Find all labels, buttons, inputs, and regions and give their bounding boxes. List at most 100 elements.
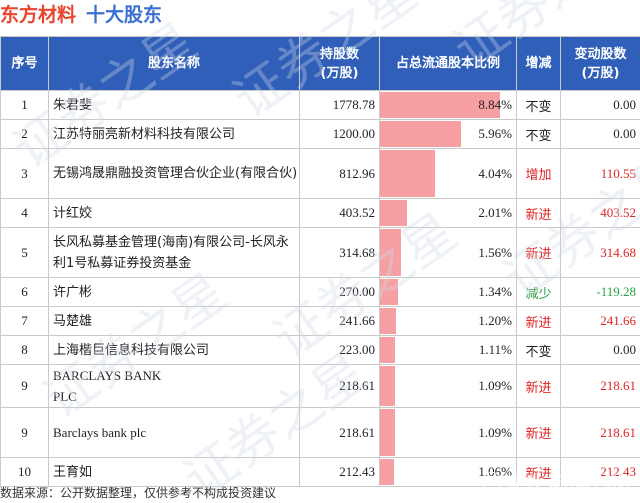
cell-index: 2 <box>0 119 49 149</box>
header-delta-line1: 变动股数 <box>574 46 627 62</box>
cell-change-status: 不变 <box>516 119 561 149</box>
cell-change-status: 不变 <box>516 90 561 120</box>
ratio-value: 1.34% <box>478 284 512 299</box>
snowball-logo-icon: ❄ <box>482 472 502 492</box>
cell-change-shares: 110.55 <box>560 148 640 199</box>
ratio-bar <box>380 121 462 147</box>
cell-change-shares: 0.00 <box>560 90 640 120</box>
cell-shares: 218.61 <box>299 407 380 458</box>
ratio-value: 1.56% <box>478 244 512 260</box>
cell-change-shares: 218.61 <box>560 407 640 458</box>
ratio-bar <box>380 150 435 197</box>
brand-logo-text: 雪球：证券之星财经 <box>506 475 632 491</box>
cell-ratio: 1.56% <box>379 227 517 278</box>
cell-change-shares: -119.28 <box>560 277 640 307</box>
cell-index: 3 <box>0 148 49 199</box>
page-title: 东方材料 十大股东 <box>0 0 162 34</box>
cell-ratio: 1.09% <box>379 407 517 458</box>
cell-index: 7 <box>0 306 49 336</box>
ratio-value: 2.01% <box>478 205 512 220</box>
cell-shareholder-name: BARCLAYS BANK PLC <box>48 364 300 408</box>
table-row: 2 江苏特丽亮新材料科技有限公司 1200.00 5.96% 不变 0.00 <box>0 119 640 149</box>
cell-change-shares: 0.00 <box>560 335 640 365</box>
ratio-bar <box>380 308 397 334</box>
ratio-value: 1.09% <box>478 378 512 393</box>
ratio-bar <box>380 337 396 363</box>
cell-shares: 241.66 <box>299 306 380 336</box>
cell-index: 6 <box>0 277 49 307</box>
cell-index: 9 <box>0 407 49 458</box>
cell-shares: 270.00 <box>299 277 380 307</box>
cell-ratio: 5.96% <box>379 119 517 149</box>
shareholders-table: 序号 股东名称 持股数 (万股) 占总流通股本比例 增减 变动股数 (万股) 1 朱君… <box>0 36 640 487</box>
table-row: 7 马楚雄 241.66 1.20% 新进 241.66 <box>0 306 640 336</box>
cell-ratio: 1.11% <box>379 335 517 365</box>
cell-index: 5 <box>0 227 49 278</box>
cell-shareholder-name: 朱君斐 <box>48 90 300 120</box>
ratio-bar <box>380 279 399 305</box>
header-name: 股东名称 <box>48 36 300 91</box>
cell-index: 10 <box>0 457 49 487</box>
ratio-value: 1.09% <box>478 424 512 440</box>
header-shares-line2: (万股) <box>320 65 359 81</box>
header-shares-line1: 持股数 <box>319 46 359 62</box>
cell-shareholder-name: 长风私募基金管理(海南)有限公司-长风永利1号私募证券投资基金 <box>48 227 300 278</box>
ratio-value: 4.04% <box>478 165 512 181</box>
cell-shares: 1778.78 <box>299 90 380 120</box>
header-ratio: 占总流通股本比例 <box>379 36 517 91</box>
cell-change-status: 减少 <box>516 277 561 307</box>
header-index: 序号 <box>0 36 49 91</box>
cell-change-status: 增加 <box>516 148 561 199</box>
table-row: 6 许广彬 270.00 1.34% 减少 -119.28 <box>0 277 640 307</box>
cell-index: 8 <box>0 335 49 365</box>
header-change: 增减 <box>516 36 561 91</box>
cell-change-status: 新进 <box>516 364 561 408</box>
cell-index: 9 <box>0 364 49 408</box>
cell-change-shares: 403.52 <box>560 198 640 228</box>
ratio-value: 8.84% <box>478 97 512 112</box>
cell-change-shares: 241.66 <box>560 306 640 336</box>
ratio-bar <box>380 459 395 485</box>
cell-change-status: 不变 <box>516 335 561 365</box>
cell-shareholder-name: 江苏特丽亮新材料科技有限公司 <box>48 119 300 149</box>
table-row: 9 BARCLAYS BANK PLC 218.61 1.09% 新进 218.61 <box>0 364 640 408</box>
cell-shares: 812.96 <box>299 148 380 199</box>
ratio-value: 5.96% <box>478 126 512 141</box>
data-source-note: 数据来源：公开数据整理，仅供参考不构成投资建议 <box>0 486 277 500</box>
cell-change-status: 新进 <box>516 198 561 228</box>
cell-index: 1 <box>0 90 49 120</box>
cell-shareholder-name: 许广彬 <box>48 277 300 307</box>
cell-shareholder-name: 上海楷巨信息科技有限公司 <box>48 335 300 365</box>
ratio-bar <box>380 229 402 276</box>
cell-shareholder-name: 马楚雄 <box>48 306 300 336</box>
header-delta-line2: (万股) <box>581 65 620 81</box>
table-header-row: 序号 股东名称 持股数 (万股) 占总流通股本比例 增减 变动股数 (万股) <box>0 36 640 91</box>
cell-shareholder-name: 王育如 <box>48 457 300 487</box>
cell-shares: 223.00 <box>299 335 380 365</box>
cell-ratio: 2.01% <box>379 198 517 228</box>
ratio-bar <box>380 200 408 226</box>
ratio-bar <box>380 409 395 456</box>
ratio-bar <box>380 366 395 406</box>
cell-ratio: 8.84% <box>379 90 517 120</box>
title-subject: 十大股东 <box>86 4 163 26</box>
cell-change-shares: 218.61 <box>560 364 640 408</box>
table-row: 1 朱君斐 1778.78 8.84% 不变 0.00 <box>0 90 640 120</box>
table-row: 9 Barclays bank plc 218.61 1.09% 新进 218.61 <box>0 407 640 458</box>
table-row: 5 长风私募基金管理(海南)有限公司-长风永利1号私募证券投资基金 314.68 1.… <box>0 227 640 278</box>
cell-change-status: 新进 <box>516 227 561 278</box>
cell-shares: 1200.00 <box>299 119 380 149</box>
header-shares: 持股数 (万股) <box>299 36 380 91</box>
cell-shares: 314.68 <box>299 227 380 278</box>
cell-shares: 403.52 <box>299 198 380 228</box>
cell-shares: 212.43 <box>299 457 380 487</box>
cell-shareholder-name: Barclays bank plc <box>48 407 300 458</box>
cell-change-shares: 0.00 <box>560 119 640 149</box>
cell-shareholder-name: 无锡鸿晟鼎融投资管理合伙企业(有限合伙) <box>48 148 300 199</box>
cell-shareholder-name: 计红姣 <box>48 198 300 228</box>
cell-change-status: 新进 <box>516 407 561 458</box>
cell-change-shares: 314.68 <box>560 227 640 278</box>
ratio-value: 1.11% <box>478 342 512 357</box>
cell-shares: 218.61 <box>299 364 380 408</box>
brand-logo: ❄ 雪球：证券之星财经 <box>482 472 632 492</box>
